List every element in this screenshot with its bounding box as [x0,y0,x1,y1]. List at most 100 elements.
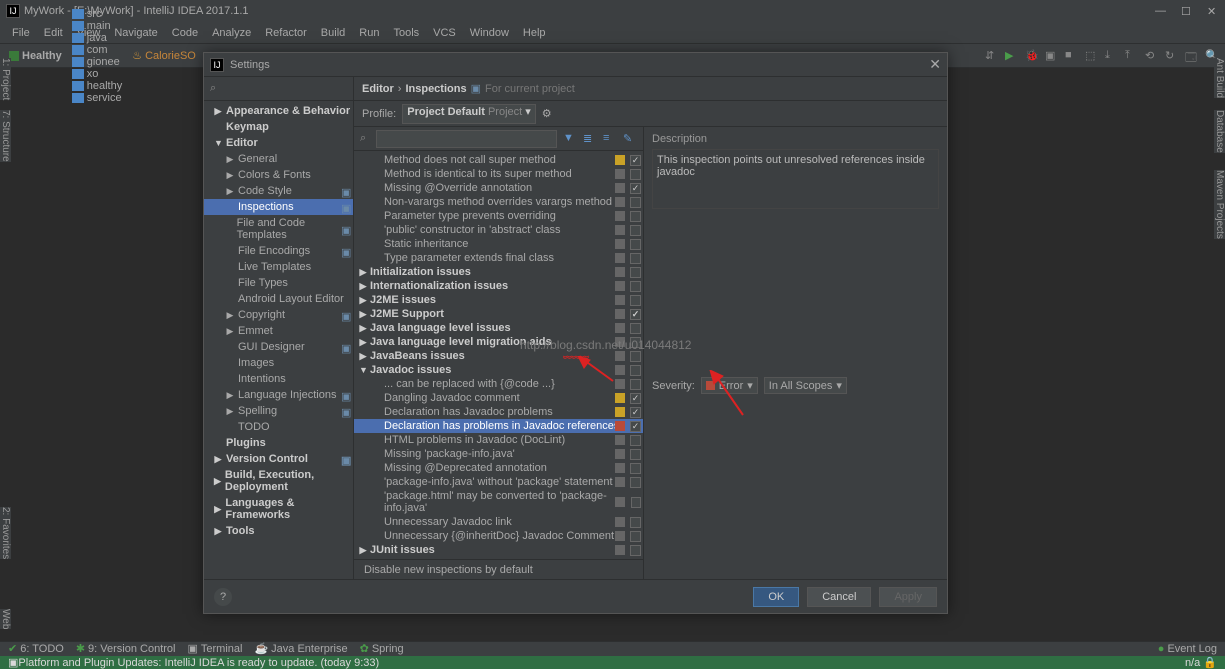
tool-ant[interactable]: Ant Build [1214,58,1225,98]
structure-icon[interactable]: ⬚ [1085,49,1099,63]
settings-copyright[interactable]: ▶Copyright▣ [204,307,353,323]
insp--package-info-java-without-package-state[interactable]: 'package-info.java' without 'package' st… [354,475,643,489]
insp-type-parameter-extends-final-class[interactable]: Type parameter extends final class [354,251,643,265]
crumb-com[interactable]: com [69,44,125,56]
insp-junit-issues[interactable]: ▶JUnit issues [354,543,643,557]
close-window-icon[interactable]: ✕ [1207,5,1219,17]
inspection-checkbox[interactable] [630,295,641,306]
inspection-checkbox[interactable] [630,281,641,292]
sync-icon[interactable]: ↻ [1165,49,1179,63]
insp-missing-override-annotation[interactable]: Missing @Override annotation [354,181,643,195]
inspection-checkbox[interactable] [630,253,641,264]
menu-edit[interactable]: Edit [38,25,69,41]
tool-maven[interactable]: Maven Projects [1214,170,1225,239]
insp-html-problems-in-javadoc-doclint-[interactable]: HTML problems in Javadoc (DocLint) [354,433,643,447]
insp--code-code-can-be-replaced-with-code-[interactable]: ... can be replaced with {@code ...} [354,377,643,391]
inspection-checkbox[interactable] [630,239,641,250]
tool-todo[interactable]: ✔6: TODO [8,642,64,655]
tool-favorites[interactable]: 2: Favorites [0,507,11,559]
settings-code-style[interactable]: ▶Code Style▣ [204,183,353,199]
inspection-checkbox[interactable] [630,393,641,404]
inspection-checkbox[interactable] [630,197,641,208]
settings-file-and-code-templates[interactable]: File and Code Templates▣ [204,215,353,243]
tool-event-log[interactable]: ●Event Log [1158,643,1217,655]
inspection-checkbox[interactable] [630,379,641,390]
insp-declaration-has-problems-in-javadoc-refe[interactable]: Declaration has problems in Javadoc refe… [354,419,643,433]
inspection-search-input[interactable] [376,130,557,148]
insp-java-language-level-migration-aids[interactable]: ▶Java language level migration aids [354,335,643,349]
inspection-checkbox[interactable] [630,337,641,348]
inspection-checkbox[interactable] [630,323,641,334]
menu-refactor[interactable]: Refactor [259,25,313,41]
menu-file[interactable]: File [6,25,36,41]
run-icon[interactable]: ▶ [1005,49,1019,63]
inspection-checkbox[interactable] [630,309,641,320]
menu-run[interactable]: Run [353,25,385,41]
insp-j2me-issues[interactable]: ▶J2ME issues [354,293,643,307]
settings-search-input[interactable] [220,83,347,95]
inspection-checkbox[interactable] [630,183,641,194]
run-config[interactable]: ♨CalorieSO [129,49,199,62]
apply-button[interactable]: Apply [879,587,937,607]
tool-terminal[interactable]: ▣Terminal [187,642,242,655]
crumb-gionee[interactable]: gionee [69,56,125,68]
collapse-icon[interactable]: ≡ [603,132,617,146]
dialog-close-icon[interactable]: ✕ [929,56,941,73]
git-push-icon[interactable]: ⤒ [1125,49,1139,63]
insp--package-html-may-be-converted-to-packag[interactable]: 'package.html' may be converted to 'pack… [354,489,643,515]
insp-static-inheritance[interactable]: Static inheritance [354,237,643,251]
profile-selector[interactable]: Project Default Project ▾ [402,104,536,124]
minimize-icon[interactable]: — [1155,5,1167,17]
tool-vc[interactable]: ✱9: Version Control [76,642,176,655]
settings-spelling[interactable]: ▶Spelling▣ [204,403,353,419]
settings-file-types[interactable]: File Types [204,275,353,291]
stop-icon[interactable]: ■ [1065,49,1079,63]
inspection-checkbox[interactable] [630,365,641,376]
settings-live-templates[interactable]: Live Templates [204,259,353,275]
settings-languages-frameworks[interactable]: ▶Languages & Frameworks [204,495,353,523]
crumb-src[interactable]: src [69,8,125,20]
insp-missing-package-info-java-[interactable]: Missing 'package-info.java' [354,447,643,461]
tool-spring[interactable]: ✿Spring [360,642,404,655]
toolbar-icon[interactable]: ⇵ [985,49,999,63]
inspection-checkbox[interactable] [630,225,641,236]
inspection-checkbox[interactable] [630,407,641,418]
scope-selector[interactable]: In All Scopes ▾ [764,377,847,394]
tool-java-ee[interactable]: ☕Java Enterprise [254,642,347,655]
debug-icon[interactable]: 🐞 [1025,49,1039,63]
lock-icon[interactable]: 🔒 [1203,657,1217,669]
menu-vcs[interactable]: VCS [427,25,462,41]
help-icon[interactable]: ? [214,588,232,606]
menu-tools[interactable]: Tools [387,25,425,41]
menu-code[interactable]: Code [166,25,204,41]
settings-build-execution-deployment[interactable]: ▶Build, Execution, Deployment [204,467,353,495]
insp-j2me-support[interactable]: ▶J2ME Support [354,307,643,321]
insp-javabeans-issues[interactable]: ▶JavaBeans issues [354,349,643,363]
cancel-button[interactable]: Cancel [807,587,871,607]
settings-colors-fonts[interactable]: ▶Colors & Fonts [204,167,353,183]
settings-tools[interactable]: ▶Tools [204,523,353,539]
filter-icon[interactable]: ▼ [563,132,577,146]
settings-gui-designer[interactable]: GUI Designer▣ [204,339,353,355]
insp-javadoc-issues[interactable]: ▼Javadoc issues [354,363,643,377]
health-indicator[interactable]: Healthy [6,50,65,62]
insp-dangling-javadoc-comment[interactable]: Dangling Javadoc comment [354,391,643,405]
inspection-checkbox[interactable] [630,421,641,432]
coverage-icon[interactable]: ▣ [1045,49,1059,63]
insp-unnecessary-javadoc-link[interactable]: Unnecessary Javadoc link [354,515,643,529]
status-present-icon[interactable]: ▣ [8,657,18,669]
insp-declaration-has-javadoc-problems[interactable]: Declaration has Javadoc problems [354,405,643,419]
insp-initialization-issues[interactable]: ▶Initialization issues [354,265,643,279]
menu-build[interactable]: Build [315,25,351,41]
settings-android-layout-editor[interactable]: Android Layout Editor [204,291,353,307]
settings-language-injections[interactable]: ▶Language Injections▣ [204,387,353,403]
severity-selector[interactable]: Error ▾ [701,377,758,394]
tool-project[interactable]: 1: Project [0,58,11,100]
inspection-checkbox[interactable] [630,559,641,560]
insp-java-language-level-issues[interactable]: ▶Java language level issues [354,321,643,335]
reset-icon[interactable]: ✎ [623,132,637,146]
crumb-healthy[interactable]: healthy [69,80,125,92]
insp-logging-issues[interactable]: ▶Logging issues [354,557,643,559]
settings-emmet[interactable]: ▶Emmet [204,323,353,339]
inspection-checkbox[interactable] [630,211,641,222]
